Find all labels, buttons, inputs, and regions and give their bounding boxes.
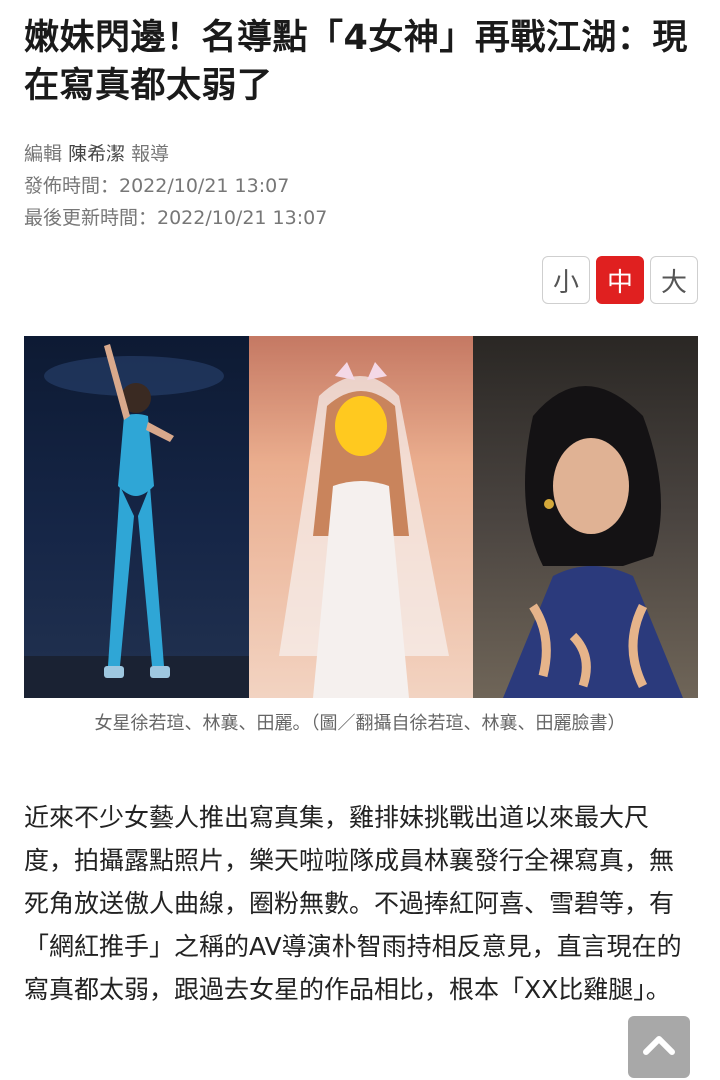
update-time: 最後更新時間：2022/10/21 13:07 bbox=[24, 207, 328, 229]
photo-caption: 女星徐若瑄、林襄、田麗。（圖／翻攝自徐若瑄、林襄、田麗臉書） bbox=[94, 713, 626, 734]
font-size-selector: 小 中 大 bbox=[542, 256, 698, 304]
report-label: 報導 bbox=[131, 143, 170, 165]
article-title: 嫩妹閃邊！名導點「4女神」再戰江湖：現在寫真都太弱了 bbox=[24, 18, 688, 106]
article-paragraph: 近來不少女藝人推出寫真集，雞排妹挑戰出道以來最大尺度，拍攝露點照片，樂天啦啦隊成… bbox=[24, 803, 682, 1004]
chevron-up-icon bbox=[642, 1034, 676, 1060]
bride-illustration bbox=[248, 336, 474, 698]
photo-panel-performer bbox=[24, 336, 249, 698]
portrait-illustration bbox=[503, 386, 684, 698]
article-photo bbox=[24, 336, 698, 698]
author-line: 編輯 陳希潔 報導 bbox=[24, 141, 169, 167]
font-size-large-button[interactable]: 大 bbox=[650, 256, 698, 304]
editor-label: 編輯 bbox=[24, 143, 63, 165]
author-name[interactable]: 陳希潔 bbox=[68, 143, 125, 165]
performer-illustration bbox=[24, 344, 249, 698]
publish-time: 發佈時間：2022/10/21 13:07 bbox=[24, 175, 290, 197]
scroll-to-top-button[interactable] bbox=[628, 1016, 690, 1078]
font-size-medium-button[interactable]: 中 bbox=[596, 256, 644, 304]
photo-panel-portrait bbox=[473, 336, 698, 698]
photo-panel-bride bbox=[248, 336, 474, 698]
font-size-small-button[interactable]: 小 bbox=[542, 256, 590, 304]
